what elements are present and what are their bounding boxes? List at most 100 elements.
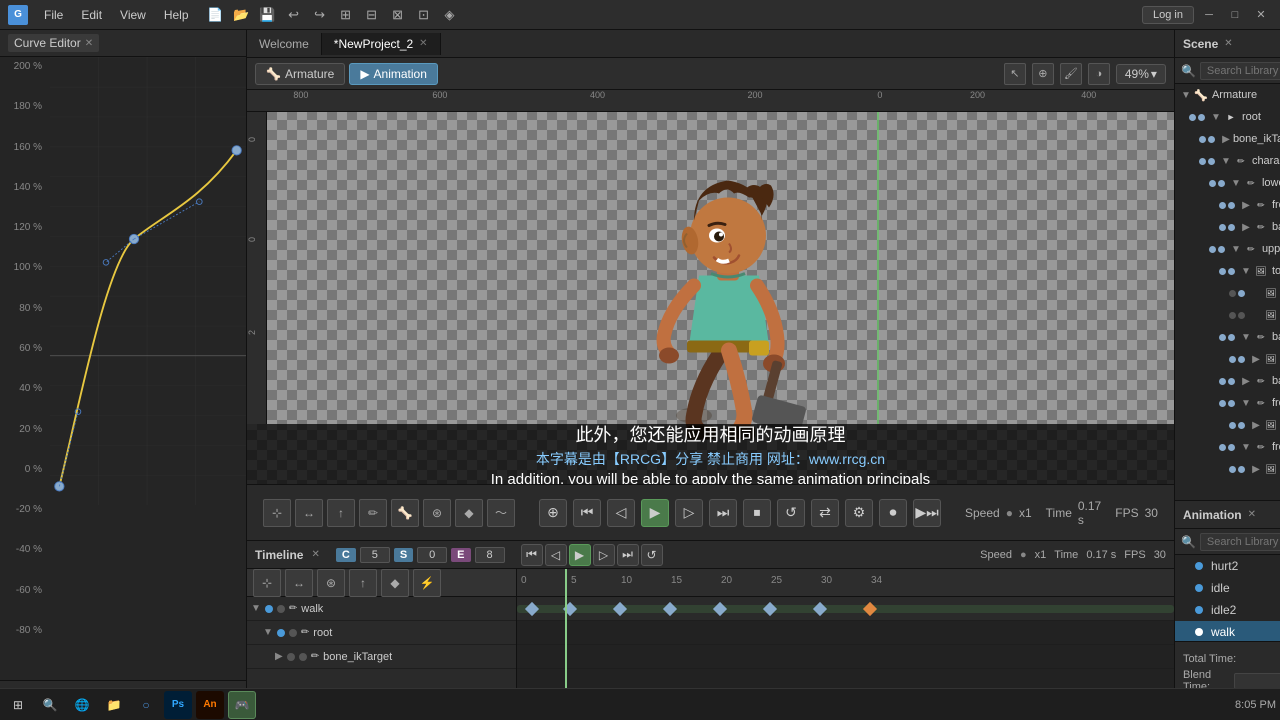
track-ik-vis2[interactable] [299, 653, 307, 661]
end-frame-input[interactable] [475, 547, 505, 563]
move-tool[interactable]: ⊹ [263, 499, 291, 527]
taskbar-active-app[interactable]: 🎮 [228, 691, 256, 719]
tool-icon-2[interactable]: ⊟ [361, 4, 383, 26]
tl-tool-1[interactable]: ⊹ [253, 569, 281, 597]
prev-key-button[interactable]: ◁ [607, 499, 635, 527]
bone-ik-expand[interactable]: ▶ [1219, 134, 1233, 145]
tree-item-lowerbody[interactable]: ▼ ✏ lowerbody [1175, 172, 1280, 194]
animation-mode-button[interactable]: ▶ Animation [349, 63, 438, 85]
tl-first-button[interactable]: ⏮ [521, 544, 543, 566]
tab-project-close[interactable]: ✕ [419, 38, 427, 49]
stop-button[interactable]: ⏹ [743, 499, 771, 527]
tool-icon-3[interactable]: ⊠ [387, 4, 409, 26]
tree-item-torso2[interactable]: 🖼 torso 2 [1175, 304, 1280, 326]
tree-item-root[interactable]: ▼ ► root [1175, 106, 1280, 128]
key-tool[interactable]: ◆ [455, 499, 483, 527]
root-expand[interactable]: ▼ [1209, 112, 1223, 123]
edit-tool[interactable]: ✏ [359, 499, 387, 527]
path-tool[interactable]: 〜 [487, 499, 515, 527]
backhandp1-expand[interactable]: ▼ [1239, 332, 1253, 343]
minimize-button[interactable]: ─ [1198, 4, 1220, 26]
backleg-expand[interactable]: ▶ [1239, 222, 1253, 233]
menu-edit[interactable]: Edit [73, 6, 110, 24]
start-frame-input[interactable] [417, 547, 447, 563]
front-hand-p2-expand[interactable]: ▶ [1249, 464, 1263, 475]
alpha-tool[interactable]: ◑ [1088, 63, 1110, 85]
menu-file[interactable]: File [36, 6, 71, 24]
armature-expand[interactable]: ▼ [1179, 90, 1193, 101]
taskbar-chrome[interactable]: ○ [132, 691, 160, 719]
tool-icon-4[interactable]: ⊡ [413, 4, 435, 26]
taskbar-explorer[interactable]: 📁 [100, 691, 128, 719]
tree-item-character[interactable]: ▼ ✏ character [1175, 150, 1280, 172]
close-button[interactable]: ✕ [1250, 4, 1272, 26]
curve-graph[interactable] [50, 57, 246, 505]
zoom-display[interactable]: 49% ▾ [1116, 64, 1166, 84]
track-root-vis[interactable] [277, 629, 285, 637]
tool-icon-1[interactable]: ⊞ [335, 4, 357, 26]
tree-item-backhandp1[interactable]: ▼ ✏ backhandp1 [1175, 326, 1280, 348]
anim-idle[interactable]: idle [1175, 577, 1280, 599]
tree-item-backhandp2[interactable]: ▶ ✏ backhandp2 [1175, 370, 1280, 392]
character-expand[interactable]: ▼ [1219, 156, 1233, 167]
curve-editor-close[interactable]: ✕ [85, 38, 93, 49]
taskbar-windows[interactable]: ⊞ [4, 691, 32, 719]
main-viewport[interactable]: 800 600 400 200 0 200 400 0 0 2 [247, 90, 1174, 484]
upperbody-expand[interactable]: ▼ [1229, 244, 1243, 255]
settings-button[interactable]: ⚙ [845, 499, 873, 527]
track-walk-vis[interactable] [265, 605, 273, 613]
blend-time-input[interactable] [1234, 673, 1280, 689]
fronthandp2-expand[interactable]: ▼ [1239, 442, 1253, 453]
menu-help[interactable]: Help [156, 6, 197, 24]
tree-item-torso-folder[interactable]: ▼ 🖼 torso [1175, 260, 1280, 282]
backhandp2-expand[interactable]: ▶ [1239, 376, 1253, 387]
tree-item-fronthandp1[interactable]: ▼ ✏ fronthandp1 [1175, 392, 1280, 414]
ik-tool[interactable]: ↑ [327, 499, 355, 527]
tl-play-button[interactable]: ▶ [569, 544, 591, 566]
taskbar-photoshop[interactable]: Ps [164, 691, 192, 719]
tab-welcome[interactable]: Welcome [247, 33, 322, 55]
taskbar-edge[interactable]: 🌐 [68, 691, 96, 719]
select-tool[interactable]: ↔ [295, 499, 323, 527]
tree-item-front-hand-p1[interactable]: ▶ 🖼 front_hand_p1 [1175, 414, 1280, 436]
tl-tool-4[interactable]: ↑ [349, 569, 377, 597]
tree-item-fronthandp2[interactable]: ▼ ✏ fronthandp2 [1175, 436, 1280, 458]
taskbar-animate[interactable]: An [196, 691, 224, 719]
scene-close[interactable]: ✕ [1224, 38, 1232, 49]
tl-last-button[interactable]: ⏭ [617, 544, 639, 566]
taskbar-search[interactable]: 🔍 [36, 691, 64, 719]
next-frame-button[interactable]: ⏭ [709, 499, 737, 527]
tab-project[interactable]: *NewProject_2 ✕ [322, 33, 441, 55]
play-end-button[interactable]: ▶⏭ [913, 499, 941, 527]
open-file-icon[interactable]: 📂 [231, 4, 253, 26]
bone-create-tool[interactable]: 🦴 [391, 499, 419, 527]
loop-icon-button[interactable]: ⇄ [811, 499, 839, 527]
tool-icon-5[interactable]: ◈ [439, 4, 461, 26]
track-ik-expand[interactable]: ▶ [275, 651, 283, 662]
redo-icon[interactable]: ↪ [309, 4, 331, 26]
login-button[interactable]: Log in [1142, 6, 1194, 24]
anim-close[interactable]: ✕ [1248, 509, 1256, 520]
track-walk-vis2[interactable] [277, 605, 285, 613]
anim-walk[interactable]: walk [1175, 621, 1280, 641]
cursor-tool[interactable]: ↖ [1004, 63, 1026, 85]
track-root-vis2[interactable] [289, 629, 297, 637]
tree-item-upperbody[interactable]: ▼ ✏ upperbody [1175, 238, 1280, 260]
anim-hurt2[interactable]: hurt2 [1175, 555, 1280, 577]
torso-folder-expand[interactable]: ▼ [1239, 266, 1253, 277]
track-root-expand[interactable]: ▼ [263, 627, 273, 638]
front-hand-expand[interactable]: ▶ [1249, 420, 1263, 431]
tl-tool-6[interactable]: ⚡ [413, 569, 441, 597]
save-file-icon[interactable]: 💾 [257, 4, 279, 26]
weight-tool[interactable]: ⊛ [423, 499, 451, 527]
back-hand-expand[interactable]: ▶ [1249, 354, 1263, 365]
tl-tool-5[interactable]: ◆ [381, 569, 409, 597]
anim-search-input[interactable] [1200, 533, 1280, 551]
tl-loop-button[interactable]: ↺ [641, 544, 663, 566]
add-key-button[interactable]: ⊕ [539, 499, 567, 527]
tree-item-back-hand-p1[interactable]: ▶ 🖼 back_hand_p1 [1175, 348, 1280, 370]
tree-item-torso[interactable]: 🖼 torso [1175, 282, 1280, 304]
frame-input[interactable] [360, 547, 390, 563]
tree-item-armature[interactable]: ▼ 🦴 Armature [1175, 84, 1280, 106]
track-walk-expand[interactable]: ▼ [251, 603, 261, 614]
